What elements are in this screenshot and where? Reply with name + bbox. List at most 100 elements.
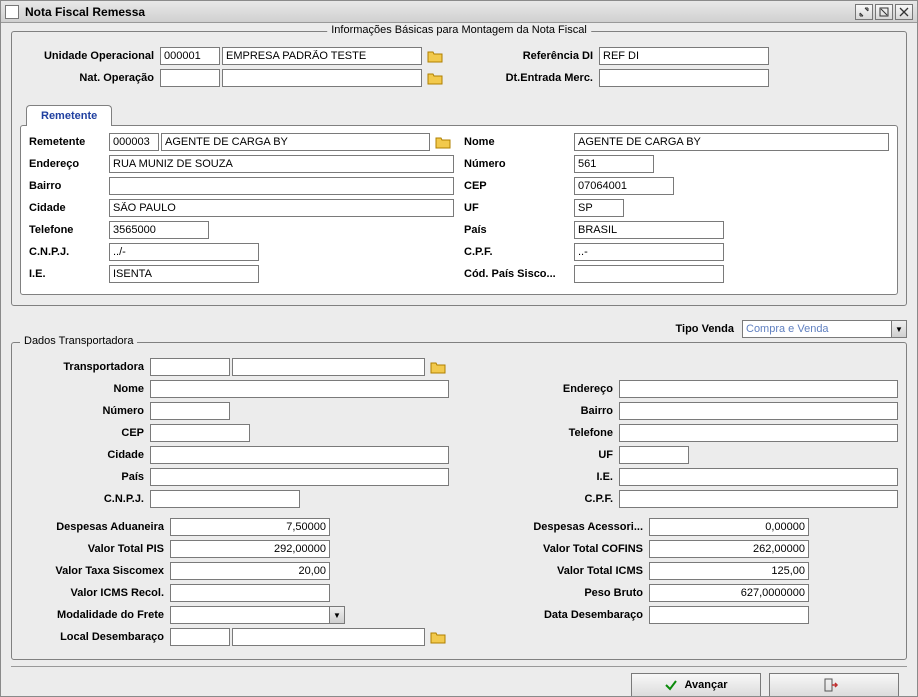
t-cnpj-input[interactable] [150,490,300,508]
minimize-button[interactable] [855,4,873,20]
exit-button[interactable] [769,673,899,696]
t-bairro-input[interactable] [619,402,898,420]
nome-label: Nome [464,136,574,148]
ref-di-input[interactable] [599,47,769,65]
tab-remetente[interactable]: Remetente [26,105,112,126]
ie-input[interactable] [109,265,259,283]
local-desembaraco-code-input[interactable] [170,628,230,646]
app-icon [5,5,19,19]
t-uf-label: UF [469,449,619,461]
desp-acessori-input[interactable] [649,518,809,536]
tipo-venda-dropdown-button[interactable]: ▼ [891,320,907,338]
ie-label: I.E. [29,268,109,280]
valor-icms-input[interactable] [649,562,809,580]
modalidade-frete-dropdown-button[interactable]: ▼ [329,606,345,624]
basic-info-title: Informações Básicas para Montagem da Not… [327,24,591,36]
remetente-lookup-button[interactable] [432,133,454,151]
t-cpf-input[interactable] [619,490,898,508]
dt-entrada-input[interactable] [599,69,769,87]
modalidade-frete-select[interactable] [170,606,330,624]
unidade-op-lookup-button[interactable] [424,47,446,65]
icms-recol-input[interactable] [170,584,330,602]
unidade-op-code-input[interactable] [160,47,220,65]
chevron-down-icon: ▼ [895,325,903,334]
cpf-input[interactable] [574,243,724,261]
taxa-siscomex-input[interactable] [170,562,330,580]
cidade-input[interactable] [109,199,454,217]
pais-input[interactable] [574,221,724,239]
nat-op-desc-input[interactable] [222,69,422,87]
uf-label: UF [464,202,574,214]
unidade-op-label: Unidade Operacional [20,50,160,62]
transport-group: Dados Transportadora Transportadora Nome… [11,342,907,660]
t-numero-label: Número [20,405,150,417]
local-desembaraco-lookup-button[interactable] [427,628,449,646]
local-desembaraco-desc-input[interactable] [232,628,425,646]
endereco-input[interactable] [109,155,454,173]
transportadora-label: Transportadora [20,361,150,373]
t-bairro-label: Bairro [469,405,619,417]
remetente-code-input[interactable] [109,133,159,151]
cod-pais-input[interactable] [574,265,724,283]
t-cep-label: CEP [20,427,150,439]
desp-aduaneira-input[interactable] [170,518,330,536]
t-ie-input[interactable] [619,468,898,486]
ref-di-label: Referência DI [469,50,599,62]
modalidade-frete-label: Modalidade do Frete [20,609,170,621]
t-pais-input[interactable] [150,468,449,486]
nat-op-code-input[interactable] [160,69,220,87]
t-uf-input[interactable] [619,446,689,464]
transportadora-lookup-button[interactable] [427,358,449,376]
bairro-input[interactable] [109,177,454,195]
tipo-venda-label: Tipo Venda [676,323,734,335]
folder-icon [430,630,446,644]
t-cidade-input[interactable] [150,446,449,464]
telefone-input[interactable] [109,221,209,239]
endereco-label: Endereço [29,158,109,170]
valor-icms-label: Valor Total ICMS [469,565,649,577]
data-desembaraco-label: Data Desembaraço [469,609,649,621]
cep-input[interactable] [574,177,674,195]
transportadora-desc-input[interactable] [232,358,425,376]
transportadora-code-input[interactable] [150,358,230,376]
folder-icon [427,49,443,63]
t-cnpj-label: C.N.P.J. [20,493,150,505]
maximize-button[interactable] [875,4,893,20]
t-cep-input[interactable] [150,424,250,442]
bairro-label: Bairro [29,180,109,192]
tipo-venda-select[interactable] [742,320,892,338]
numero-input[interactable] [574,155,654,173]
t-nome-input[interactable] [150,380,449,398]
nome-input[interactable] [574,133,889,151]
unidade-op-desc-input[interactable] [222,47,422,65]
basic-info-group: Informações Básicas para Montagem da Not… [11,31,907,306]
remetente-desc-input[interactable] [161,133,430,151]
t-telefone-label: Telefone [469,427,619,439]
local-desembaraco-label: Local Desembaraço [20,631,170,643]
avancar-button[interactable]: Avançar [631,673,761,696]
uf-input[interactable] [574,199,624,217]
t-endereco-input[interactable] [619,380,898,398]
nat-op-lookup-button[interactable] [424,69,446,87]
t-endereco-label: Endereço [469,383,619,395]
data-desembaraco-input[interactable] [649,606,809,624]
cnpj-input[interactable] [109,243,259,261]
numero-label: Número [464,158,574,170]
taxa-siscomex-label: Valor Taxa Siscomex [20,565,170,577]
minimize-icon [859,7,869,17]
valor-pis-input[interactable] [170,540,330,558]
peso-bruto-input[interactable] [649,584,809,602]
telefone-label: Telefone [29,224,109,236]
close-button[interactable] [895,4,913,20]
icms-recol-label: Valor ICMS Recol. [20,587,170,599]
folder-icon [430,360,446,374]
nat-op-label: Nat. Operação [20,72,160,84]
close-icon [899,7,909,17]
folder-icon [435,135,451,149]
t-telefone-input[interactable] [619,424,898,442]
t-numero-input[interactable] [150,402,230,420]
t-cpf-label: C.P.F. [469,493,619,505]
valor-cofins-input[interactable] [649,540,809,558]
exit-door-icon [823,677,839,693]
check-icon [664,678,678,692]
